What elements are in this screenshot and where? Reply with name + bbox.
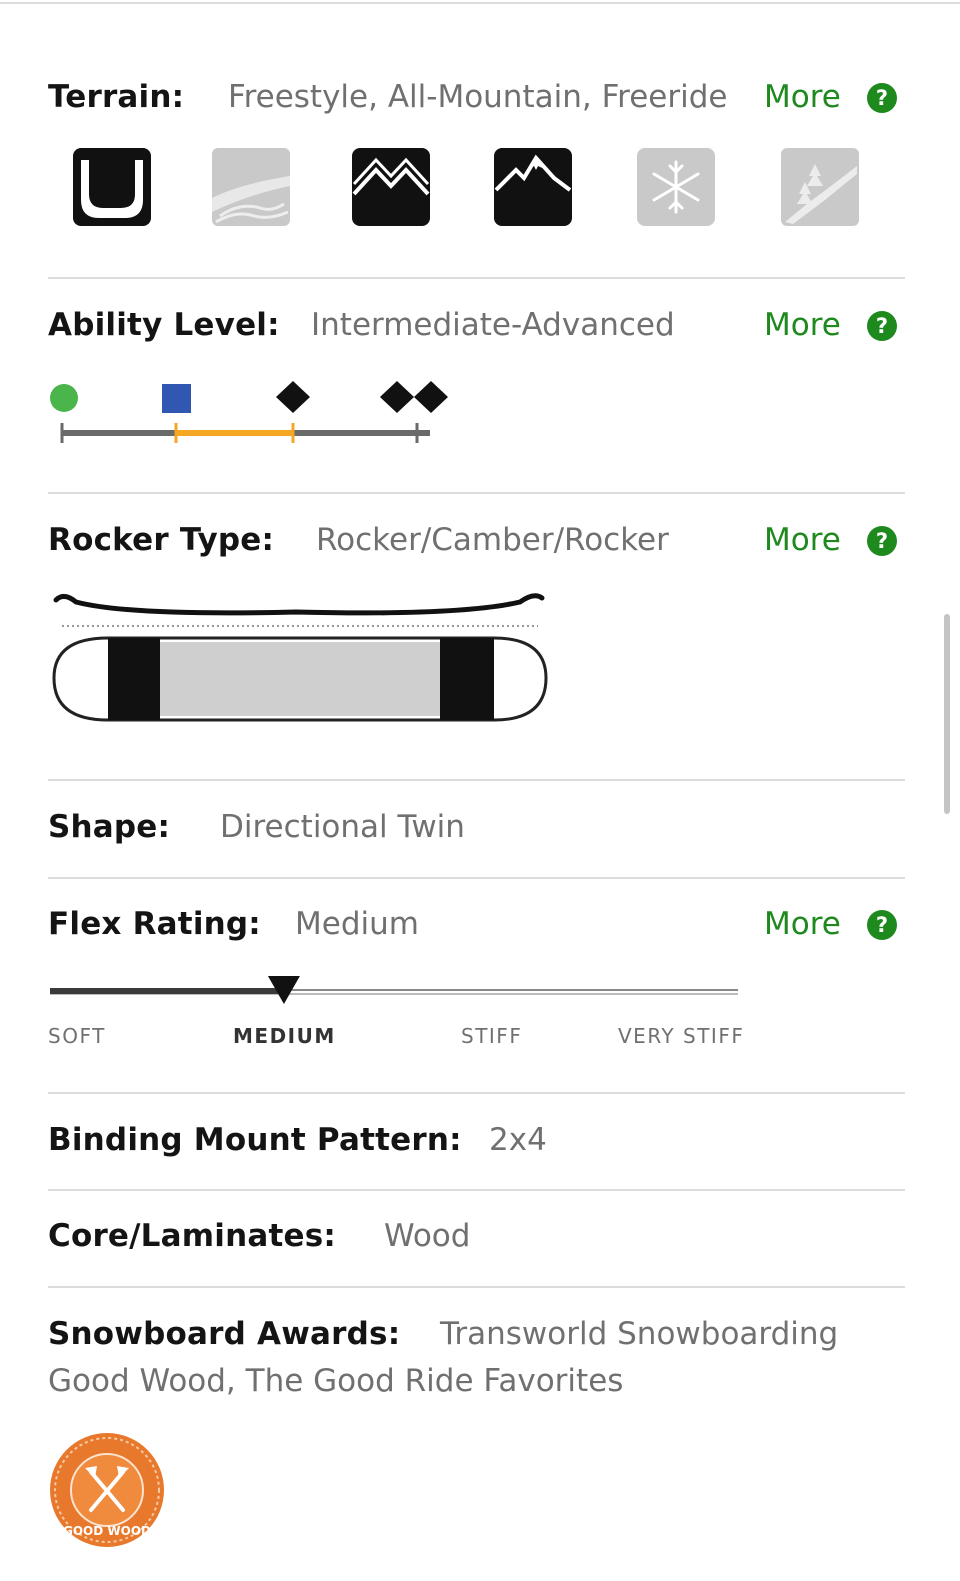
freeride-peak-icon [492, 146, 574, 228]
terrain-more-link[interactable]: More [764, 79, 841, 115]
divider [48, 277, 905, 279]
snowflake-icon [635, 146, 717, 228]
binding-mount-label: Binding Mount Pattern: [48, 1122, 462, 1158]
svg-text:GOOD WOOD: GOOD WOOD [63, 1524, 151, 1538]
flex-rating-scale [50, 976, 738, 1004]
divider [48, 1286, 905, 1288]
terrain-value: Freestyle, All-Mountain, Freeride [228, 79, 728, 115]
terrain-label: Terrain: [48, 79, 185, 115]
ability-level-label: Ability Level: [48, 307, 280, 343]
green-circle-icon [50, 384, 78, 412]
terrain-help-icon[interactable]: ? [867, 83, 897, 113]
all-mountain-icon [350, 146, 432, 228]
divider [48, 1092, 905, 1094]
rocker-type-label: Rocker Type: [48, 522, 275, 558]
blue-square-icon [162, 384, 191, 413]
core-laminates-value: Wood [384, 1218, 471, 1254]
ability-more-link[interactable]: More [764, 307, 841, 343]
shape-value: Directional Twin [220, 809, 465, 845]
divider [48, 492, 905, 494]
flex-tick-stiff: STIFF [461, 1024, 523, 1048]
good-wood-award-badge: GOOD WOOD [50, 1433, 164, 1547]
rocker-type-value: Rocker/Camber/Rocker [316, 522, 669, 558]
binding-mount-value: 2x4 [489, 1122, 547, 1158]
flex-tick-very-stiff: VERY STIFF [618, 1024, 745, 1048]
ability-level-scale [50, 381, 448, 443]
core-laminates-label: Core/Laminates: [48, 1218, 336, 1254]
powder-icon [210, 146, 292, 228]
ability-help-icon[interactable]: ? [867, 311, 897, 341]
rocker-help-icon[interactable]: ? [867, 526, 897, 556]
divider [48, 779, 905, 781]
shape-label: Shape: [48, 809, 171, 845]
park-halfpipe-icon [71, 146, 153, 228]
snowboard-awards-value-line1: Transworld Snowboarding [440, 1316, 839, 1352]
black-diamond-icon [276, 381, 310, 413]
vertical-scrollbar[interactable] [944, 614, 950, 814]
double-black-diamond-icon [380, 381, 448, 413]
flex-tick-soft: SOFT [48, 1024, 106, 1048]
snowboard-awards-label: Snowboard Awards: [48, 1316, 401, 1352]
rocker-camber-board-diagram [52, 593, 548, 722]
flex-tick-medium: MEDIUM [233, 1024, 336, 1048]
flex-more-link[interactable]: More [764, 906, 841, 942]
top-divider [0, 2, 960, 4]
flex-rating-value: Medium [295, 906, 419, 942]
flex-rating-label: Flex Rating: [48, 906, 261, 942]
flex-help-icon[interactable]: ? [867, 910, 897, 940]
ability-level-value: Intermediate-Advanced [311, 307, 675, 343]
divider [48, 1189, 905, 1191]
divider [48, 877, 905, 879]
backcountry-icon [779, 146, 861, 228]
rocker-more-link[interactable]: More [764, 522, 841, 558]
snowboard-awards-value-line2: Good Wood, The Good Ride Favorites [48, 1363, 624, 1399]
